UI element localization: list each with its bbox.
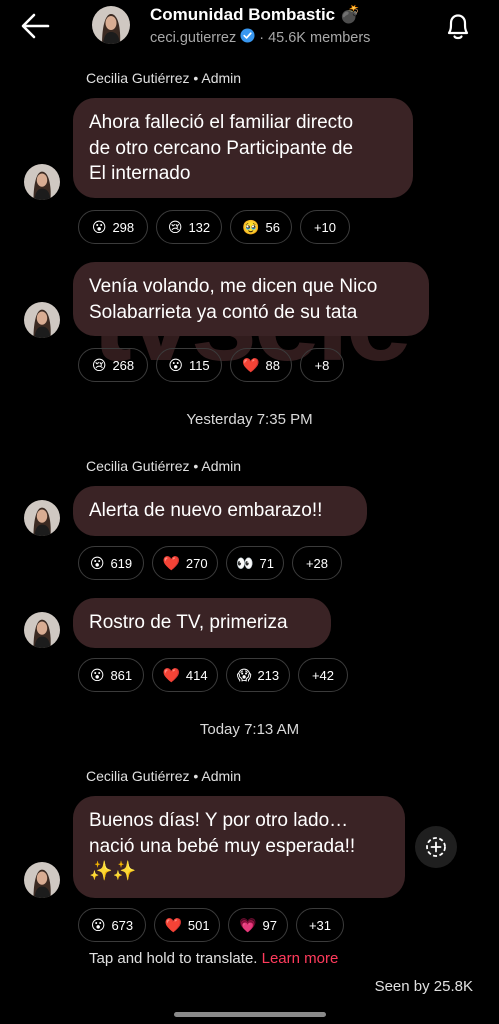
share-message-button[interactable] [415,826,457,868]
back-arrow-icon[interactable] [18,10,54,42]
translate-hint-text: Tap and hold to translate. [89,950,258,967]
message-text: Venía volando, me dicen que Nico Solabar… [89,276,378,323]
reaction-count: 56 [265,219,280,235]
reaction-emoji: 😢 [167,218,183,235]
reaction-emoji: 😮 [91,218,107,235]
reaction-emoji: 👀 [236,554,254,571]
reaction-bar: 😢 268 😮 115 ❤️ 88 +8 [78,348,344,382]
reaction-chip[interactable]: 😱 213 [226,658,290,692]
more-reactions-chip[interactable]: +8 [300,348,344,382]
sender-avatar[interactable] [24,164,60,200]
message-bubble[interactable]: Alerta de nuevo embarazo!! [73,486,367,536]
reaction-count: 213 [257,667,280,683]
reaction-count: 861 [110,667,133,683]
reaction-chip[interactable]: 😮 673 [78,908,146,942]
reaction-chip[interactable]: ❤️ 501 [154,908,220,942]
reaction-chip[interactable]: 😮 861 [78,658,144,692]
seen-count: Seen by 25.8K [374,978,473,995]
channel-title[interactable]: Comunidad Bombastic 💣 [150,5,361,25]
message-text: Buenos días! Y por otro lado… nació una … [89,810,356,882]
sender-avatar[interactable] [24,612,60,648]
reaction-emoji: ❤️ [164,916,182,933]
reaction-emoji: ❤️ [242,356,260,373]
learn-more-link[interactable]: Learn more [262,950,339,967]
message-bubble[interactable]: Buenos días! Y por otro lado… nació una … [73,796,405,898]
message-sender: Cecilia Gutiérrez • Admin [86,458,242,474]
reaction-emoji: 💗 [239,916,257,933]
home-indicator[interactable] [174,1012,326,1017]
message-text: Alerta de nuevo embarazo!! [89,500,323,521]
more-reactions-chip[interactable]: +28 [292,546,342,580]
reaction-emoji: 😮 [89,666,105,683]
translate-hint: Tap and hold to translate. Learn more [89,950,338,967]
reaction-emoji: ❤️ [162,554,180,571]
reaction-emoji: ❤️ [162,666,180,683]
reaction-emoji: 😱 [236,666,252,683]
reaction-count: +28 [305,555,329,571]
reaction-chip[interactable]: ❤️ 88 [230,348,292,382]
reaction-bar: 😮 619 ❤️ 270 👀 71 +28 [78,546,342,580]
message-text: Ahora falleció el familiar directo de ot… [89,112,354,184]
reaction-emoji: 😮 [89,554,105,571]
channel-username[interactable]: ceci.gutierrez [150,30,236,46]
reaction-count: 619 [110,555,133,571]
share-icon [426,837,446,857]
reaction-chip[interactable]: 😮 115 [156,348,222,382]
reaction-count: 132 [188,219,211,235]
reaction-emoji: 🥹 [242,218,260,235]
timestamp-divider: Today 7:13 AM [199,721,300,738]
reaction-count: 298 [112,219,135,235]
reaction-emoji: 😮 [168,356,183,373]
timestamp-divider: Yesterday 7:35 PM [186,411,313,428]
reaction-count: 501 [187,917,210,933]
reaction-chip[interactable]: 😮 619 [78,546,144,580]
channel-avatar[interactable] [92,6,130,44]
reaction-chip[interactable]: 💗 97 [228,908,288,942]
reaction-count: +31 [308,917,332,933]
reaction-count: 115 [188,357,210,373]
reaction-count: 270 [185,555,208,571]
message-sender: Cecilia Gutiérrez • Admin [86,70,242,86]
channel-header: Comunidad Bombastic 💣 ceci.gutierrez · 4… [0,0,499,56]
reaction-count: 414 [185,667,208,683]
message-sender: Cecilia Gutiérrez • Admin [86,768,242,784]
sender-avatar[interactable] [24,862,60,898]
reaction-emoji: 😮 [90,916,106,933]
bell-icon[interactable] [443,10,473,42]
reaction-chip[interactable]: ❤️ 414 [152,658,218,692]
reaction-count: 88 [265,357,280,373]
channel-name: Comunidad Bombastic [150,5,336,24]
reaction-bar: 😮 861 ❤️ 414 😱 213 +42 [78,658,348,692]
reaction-count: 97 [262,917,277,933]
reaction-count: 673 [111,917,134,933]
verified-badge-icon [240,28,255,47]
sender-avatar[interactable] [24,500,60,536]
reaction-chip[interactable]: 😢 132 [156,210,222,244]
reaction-chip[interactable]: 😮 298 [78,210,148,244]
reaction-count: +8 [314,357,330,373]
reaction-count: +10 [313,219,337,235]
message-bubble[interactable]: Rostro de TV, primeriza [73,598,331,648]
more-reactions-chip[interactable]: +31 [296,908,344,942]
reaction-bar: 😮 298 😢 132 🥹 56 +10 [78,210,350,244]
channel-subtitle: ceci.gutierrez · 45.6K members [150,28,370,47]
bomb-emoji: 💣 [339,5,362,24]
reaction-count: 268 [112,357,135,373]
message-text: Rostro de TV, primeriza [89,612,288,633]
more-reactions-chip[interactable]: +10 [300,210,350,244]
reaction-count: +42 [311,667,335,683]
reaction-chip[interactable]: ❤️ 270 [152,546,218,580]
reaction-chip[interactable]: 👀 71 [226,546,284,580]
reaction-count: 71 [259,555,274,571]
reaction-emoji: 😢 [91,356,107,373]
message-bubble[interactable]: Ahora falleció el familiar directo de ot… [73,98,413,198]
reaction-chip[interactable]: 🥹 56 [230,210,292,244]
subtitle-separator: · [259,29,265,46]
reaction-bar: 😮 673 ❤️ 501 💗 97 +31 [78,908,344,942]
more-reactions-chip[interactable]: +42 [298,658,348,692]
sender-avatar[interactable] [24,302,60,338]
member-count: 45.6K members [268,29,371,46]
message-bubble[interactable]: Venía volando, me dicen que Nico Solabar… [73,262,429,336]
reaction-chip[interactable]: 😢 268 [78,348,148,382]
